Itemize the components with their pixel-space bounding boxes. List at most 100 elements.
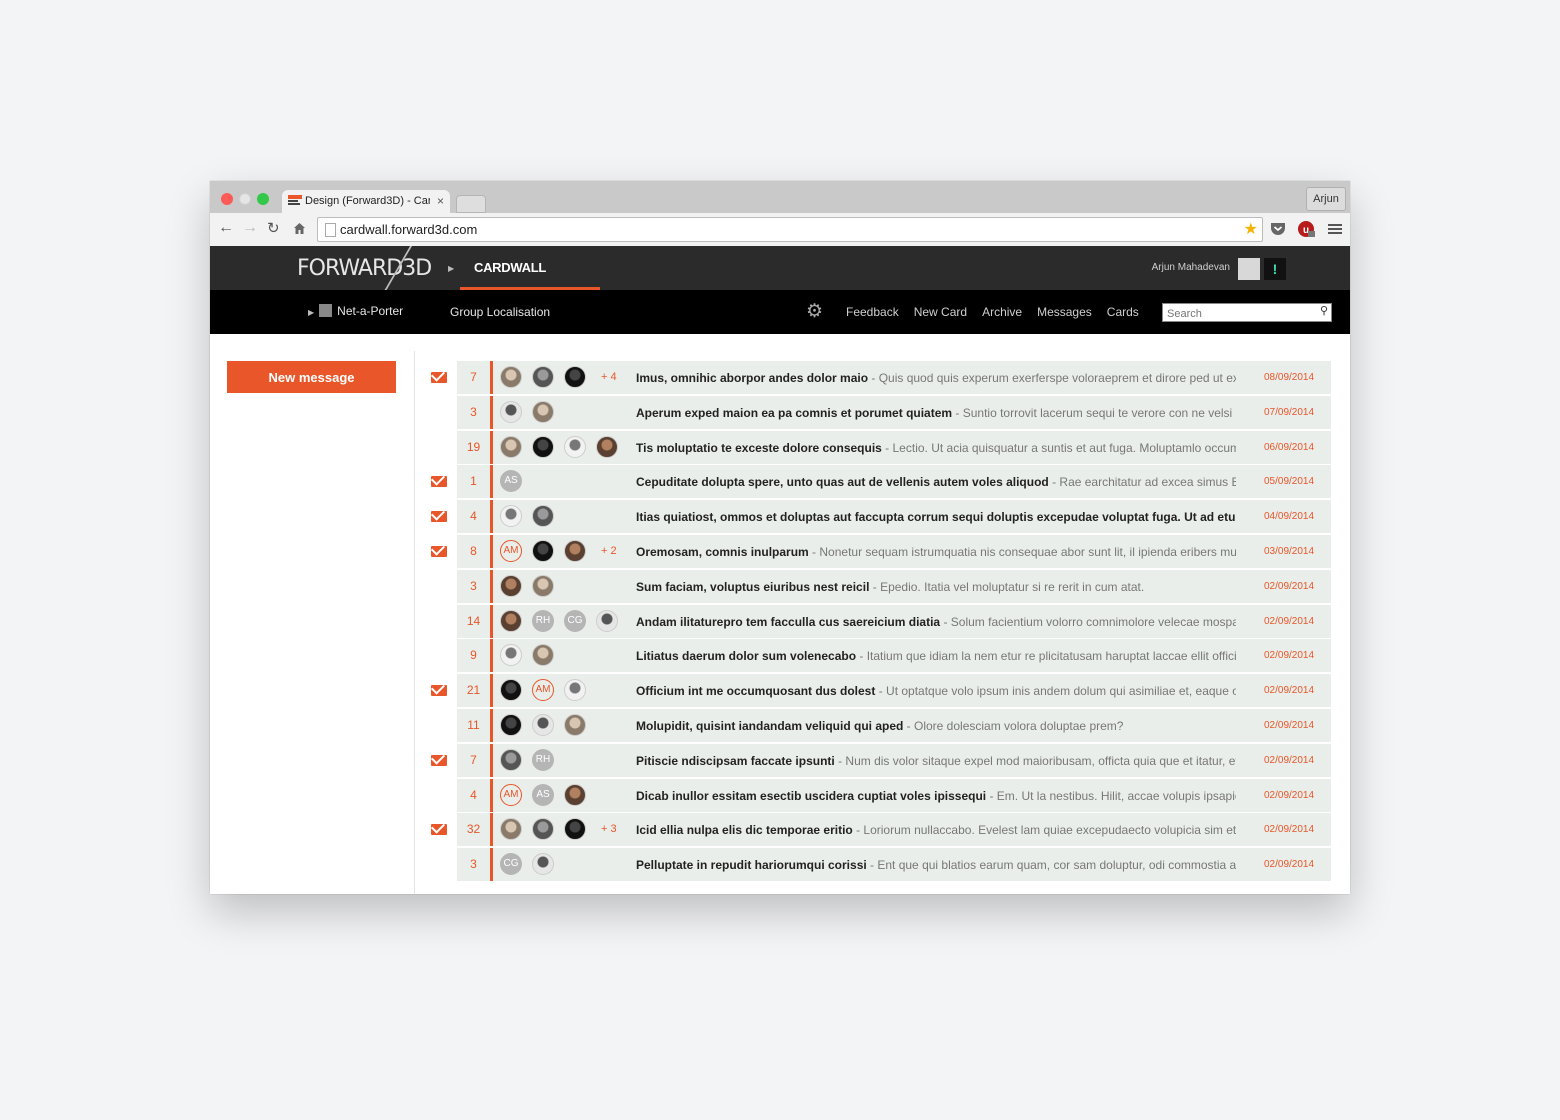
ublock-extension-icon[interactable]: u <box>1297 220 1315 238</box>
message-row[interactable]: 3 Aperum exped maion ea pa comnis et poru… <box>424 395 1331 431</box>
message-summary[interactable]: Icid ellia nulpa elis dic temporae eriti… <box>636 823 1236 837</box>
message-summary[interactable]: Dicab inullor essitam esectib uscidera c… <box>636 789 1236 803</box>
close-window-icon[interactable] <box>221 193 233 205</box>
participant-avatar-initials[interactable]: CG <box>564 609 586 632</box>
participant-avatar-initials[interactable]: AS <box>532 783 554 806</box>
participant-avatar[interactable] <box>564 713 586 736</box>
participant-avatar[interactable] <box>564 539 586 562</box>
gear-icon[interactable]: ⚙ <box>806 300 823 323</box>
user-avatar[interactable] <box>1238 258 1260 280</box>
pocket-extension-icon[interactable] <box>1269 220 1287 238</box>
more-participants-count[interactable]: + 2 <box>601 545 617 557</box>
participant-avatar[interactable] <box>532 713 554 736</box>
participant-avatar[interactable] <box>596 609 618 632</box>
message-summary[interactable]: Sum faciam, voluptus eiuribus nest reici… <box>636 580 1236 594</box>
participant-avatar[interactable] <box>500 435 522 458</box>
message-row[interactable]: 9 Litiatus daerum dolor sum volenecabo - … <box>424 639 1331 674</box>
participant-avatar-initials[interactable]: AM <box>500 783 522 806</box>
participant-avatar[interactable] <box>532 539 554 562</box>
participant-avatar-initials[interactable]: AM <box>532 679 554 702</box>
participant-avatar-initials[interactable]: AM <box>500 539 522 562</box>
participant-avatar[interactable] <box>500 748 522 771</box>
participant-avatar[interactable] <box>564 366 586 388</box>
message-summary[interactable]: Pelluptate in repudit hariorumqui coriss… <box>636 858 1236 872</box>
message-summary[interactable]: Pitiscie ndiscipsam faccate ipsunti - Nu… <box>636 754 1236 768</box>
tab-close-icon[interactable]: × <box>437 190 444 213</box>
message-subject: Sum faciam, voluptus eiuribus nest reici… <box>636 579 870 594</box>
app-name[interactable]: CARDWALL <box>474 260 546 275</box>
minimize-window-icon[interactable] <box>239 193 251 205</box>
participant-avatar[interactable] <box>596 435 618 458</box>
forward-arrow-icon[interactable]: → <box>242 219 258 237</box>
participant-avatar[interactable] <box>532 400 554 423</box>
app-header: FORWARD3D ▶ CARDWALL Arjun Mahadevan ! <box>210 246 1350 294</box>
message-row[interactable]: 4 Itias quiatiost, ommos et doluptas aut … <box>424 500 1331 535</box>
message-row[interactable]: 7 + 4 Imus, omnihic aborpor andes dolor ma… <box>424 361 1331 396</box>
message-row[interactable]: 32 + 3 Icid ellia nulpa elis dic temporae … <box>424 813 1331 848</box>
nav-link-archive[interactable]: Archive <box>982 305 1022 319</box>
message-row[interactable]: 7 RH Pitiscie ndiscipsam faccate ipsunti -… <box>424 743 1331 779</box>
participant-avatar[interactable] <box>532 366 554 388</box>
more-participants-count[interactable]: + 4 <box>601 371 617 383</box>
message-summary[interactable]: Imus, omnihic aborpor andes dolor maio -… <box>636 371 1236 385</box>
address-bar[interactable]: cardwall.forward3d.com ★ <box>317 217 1263 242</box>
project-selector[interactable]: ▶ Net-a-Porter <box>308 304 403 318</box>
participant-avatar[interactable] <box>532 574 554 597</box>
menu-icon[interactable] <box>1326 220 1344 238</box>
message-row[interactable]: 11 Molupidit, quisint iandandam veliquid … <box>424 708 1331 744</box>
message-summary[interactable]: Officium int me occumquosant dus dolest … <box>636 684 1236 698</box>
browser-tab[interactable]: Design (Forward3D) - Card × <box>282 190 450 213</box>
participant-avatar[interactable] <box>532 853 554 876</box>
message-summary[interactable]: Cepuditate dolupta spere, unto quas aut … <box>636 475 1236 489</box>
search-icon[interactable]: ⚲ <box>1320 304 1328 317</box>
message-row[interactable]: 21 AM Officium int me occumquosant dus dol… <box>424 674 1331 709</box>
user-name[interactable]: Arjun Mahadevan <box>1152 262 1230 273</box>
participant-avatar[interactable] <box>500 574 522 597</box>
search-input[interactable] <box>1163 306 1307 322</box>
participant-avatar[interactable] <box>500 679 522 702</box>
reload-icon[interactable]: ↻ <box>267 219 280 237</box>
message-row[interactable]: 8 AM + 2 Oremosam, comnis inulparum - Nonet… <box>424 534 1331 570</box>
message-summary[interactable]: Aperum exped maion ea pa comnis et porum… <box>636 406 1236 420</box>
participant-avatar[interactable] <box>500 366 522 388</box>
back-arrow-icon[interactable]: ← <box>218 219 234 237</box>
message-summary[interactable]: Itias quiatiost, ommos et doluptas aut f… <box>636 510 1236 524</box>
message-row[interactable]: 14 RH CG Andam ilitaturepro tem facculla cu… <box>424 604 1331 640</box>
new-tab-button[interactable] <box>456 195 486 213</box>
participant-avatar-initials[interactable]: RH <box>532 748 554 771</box>
message-row[interactable]: 3 CG Pelluptate in repudit hariorumqui cor… <box>424 848 1331 883</box>
message-row[interactable]: 19 Tis moluptatio te exceste dolore conse… <box>424 430 1331 466</box>
message-row[interactable]: 1 AS Cepuditate dolupta spere, unto quas a… <box>424 465 1331 500</box>
nav-link-messages[interactable]: Messages <box>1037 305 1092 319</box>
message-subject: Molupidit, quisint iandandam veliquid qu… <box>636 718 904 733</box>
participant-avatar[interactable] <box>564 679 586 702</box>
group-name[interactable]: Group Localisation <box>450 305 550 319</box>
message-summary[interactable]: Molupidit, quisint iandandam veliquid qu… <box>636 719 1236 733</box>
home-icon[interactable] <box>293 222 306 235</box>
participant-avatar[interactable] <box>532 435 554 458</box>
nav-link-new-card[interactable]: New Card <box>914 305 967 319</box>
message-row[interactable]: 3 Sum faciam, voluptus eiuribus nest reic… <box>424 569 1331 605</box>
profile-button[interactable]: Arjun <box>1306 187 1346 211</box>
participant-avatar-initials[interactable]: CG <box>500 853 522 876</box>
participant-avatar-initials[interactable]: RH <box>532 609 554 632</box>
more-participants-count[interactable]: + 3 <box>601 823 617 835</box>
participant-avatar[interactable] <box>500 713 522 736</box>
new-message-button[interactable]: New message <box>227 361 396 393</box>
notification-icon[interactable]: ! <box>1264 258 1286 280</box>
message-summary[interactable]: Tis moluptatio te exceste dolore consequ… <box>636 441 1236 455</box>
bookmark-star-icon[interactable]: ★ <box>1244 219 1258 239</box>
zoom-window-icon[interactable] <box>257 193 269 205</box>
participant-avatar[interactable] <box>500 609 522 632</box>
participant-avatar[interactable] <box>564 435 586 458</box>
message-date: 02/09/2014 <box>1264 754 1315 766</box>
logo[interactable]: FORWARD3D <box>297 256 432 281</box>
message-summary[interactable]: Oremosam, comnis inulparum - Nonetur seq… <box>636 545 1236 559</box>
message-row[interactable]: 4 AM AS Dicab inullor essitam esectib uscid… <box>424 778 1331 814</box>
message-summary[interactable]: Andam ilitaturepro tem facculla cus saer… <box>636 615 1236 629</box>
participant-avatar[interactable] <box>500 400 522 423</box>
message-summary[interactable]: Litiatus daerum dolor sum volenecabo - I… <box>636 649 1236 663</box>
nav-link-cards[interactable]: Cards <box>1107 305 1139 319</box>
participant-avatar[interactable] <box>564 783 586 806</box>
nav-link-feedback[interactable]: Feedback <box>846 305 899 319</box>
